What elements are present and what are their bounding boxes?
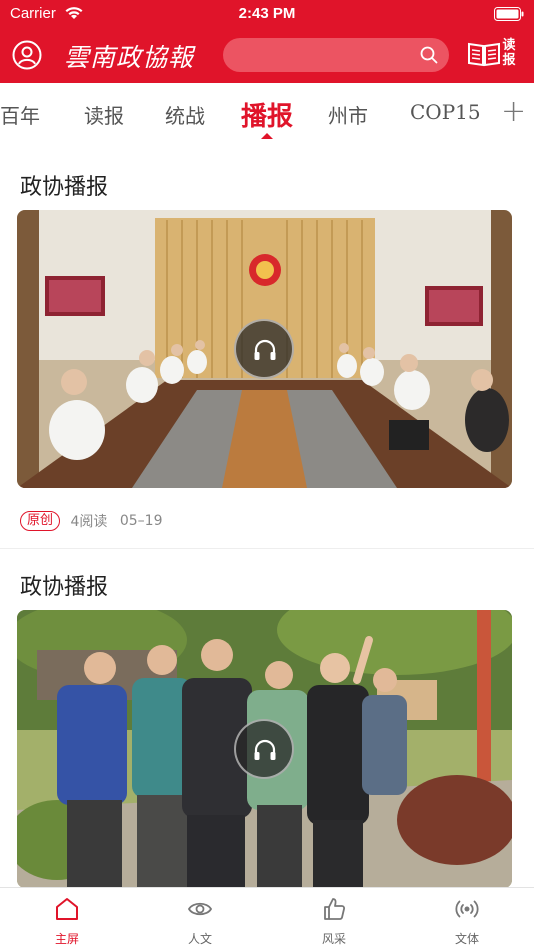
tab-zhoushi[interactable]: 州市 — [328, 100, 368, 129]
tab-bainian[interactable]: 百年 — [0, 100, 40, 129]
bottom-tab-label: 主屏 — [54, 932, 79, 946]
add-channel-button[interactable]: + — [501, 97, 526, 127]
publish-date: 05–19 — [119, 513, 163, 529]
bottom-tab-sports[interactable]: 文体 — [427, 888, 507, 951]
read-count: 4阅读 — [70, 514, 108, 530]
headphone-icon — [254, 739, 276, 760]
channel-tabs: 百年 读报 统战 播报 州市 COP15 + — [0, 83, 534, 143]
broadcast-icon — [455, 900, 479, 918]
original-badge: 原创 — [20, 511, 61, 531]
status-bar: Carrier 2:43 PM — [0, 0, 534, 28]
battery-icon — [494, 7, 524, 21]
article-card[interactable]: 政协播报 — [0, 549, 534, 887]
article-image[interactable] — [17, 610, 512, 887]
bottom-tab-style[interactable]: 风采 — [294, 888, 374, 951]
tab-bobao[interactable]: 播报 — [241, 96, 293, 133]
tab-cop15[interactable]: COP15 — [410, 100, 481, 124]
bottom-tab-home[interactable]: 主屏 — [27, 888, 107, 951]
status-time: 2:43 PM — [238, 5, 296, 22]
read-paper-label[interactable]: 读报 — [501, 38, 517, 68]
bottom-tab-label: 文体 — [454, 932, 479, 946]
audio-play-button[interactable] — [234, 319, 294, 379]
search-input[interactable] — [223, 38, 449, 72]
bottom-tab-label: 人文 — [187, 932, 212, 946]
top-nav: 雲南政協報 读报 — [0, 28, 534, 83]
home-icon — [56, 898, 78, 920]
bottom-tab-culture[interactable]: 人文 — [160, 888, 240, 951]
tab-dubao[interactable]: 读报 — [84, 100, 124, 129]
active-tab-indicator — [261, 133, 273, 139]
app-header: Carrier 2:43 PM 雲南政協報 读报 — [0, 0, 534, 83]
app-logo: 雲南政協報 — [64, 43, 195, 72]
newspaper-reader-icon[interactable] — [467, 41, 501, 67]
headphone-icon — [254, 339, 276, 360]
article-card[interactable]: 政协播报 — [0, 143, 534, 548]
article-title[interactable]: 政协播报 — [20, 169, 108, 201]
user-profile-icon[interactable] — [12, 40, 42, 70]
bottom-tab-label: 风采 — [321, 932, 346, 946]
article-meta: 原创 4阅读 05–19 — [20, 511, 162, 531]
bottom-tab-bar: 主屏 人文 风采 文体 — [0, 887, 534, 950]
article-title[interactable]: 政协播报 — [20, 569, 108, 601]
thumbs-up-icon — [324, 898, 346, 920]
eye-icon — [187, 902, 213, 916]
audio-play-button[interactable] — [234, 719, 294, 779]
tab-tongzhan[interactable]: 统战 — [165, 100, 205, 129]
article-image[interactable] — [17, 210, 512, 488]
search-icon[interactable] — [420, 46, 438, 64]
